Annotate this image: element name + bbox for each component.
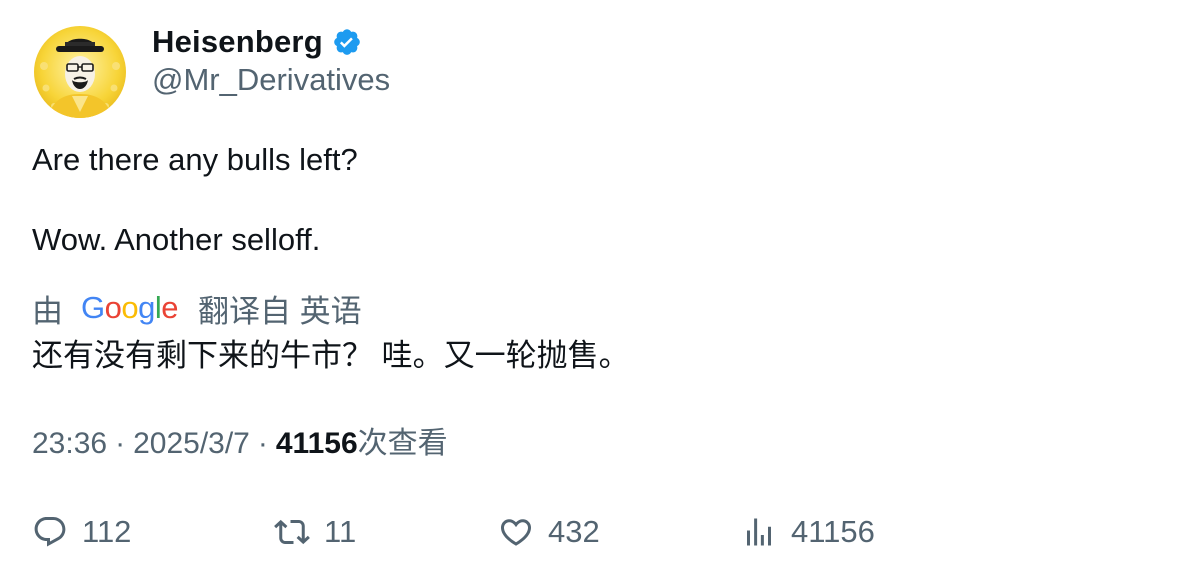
author-name-row[interactable]: Heisenberg <box>152 22 362 62</box>
retweet-count: 11 <box>324 514 357 549</box>
verified-badge-icon <box>332 27 362 57</box>
heart-icon <box>500 519 532 546</box>
tweet-text-spacer <box>32 180 358 220</box>
retweet-button[interactable]: 11 <box>274 510 356 554</box>
meta-separator: · <box>257 427 268 460</box>
tweet-meta: 23:36 · 2025/3/7 · 41156 次查看 <box>32 424 448 464</box>
heisenberg-avatar-icon <box>34 26 126 118</box>
like-count: 432 <box>548 514 600 549</box>
meta-separator: · <box>115 427 126 460</box>
action-bar: 112 11 432 41156 <box>0 510 1196 554</box>
tweet-text-line: Are there any bulls left? <box>32 142 358 177</box>
translation-attribution[interactable]: 由 Google 翻译自 英语 <box>32 286 362 330</box>
analytics-icon <box>747 518 771 546</box>
like-button[interactable]: 432 <box>498 510 600 554</box>
reply-icon <box>34 517 66 547</box>
tweet-date[interactable]: 2025/3/7 <box>133 424 250 464</box>
reply-button[interactable]: 112 <box>32 510 131 554</box>
translation-suffix: 翻译自 英语 <box>198 293 362 329</box>
views-label: 次查看 <box>357 427 448 460</box>
views-count: 41156 <box>275 427 358 460</box>
reply-count: 112 <box>82 514 132 549</box>
retweet-icon <box>274 519 310 545</box>
tweet-time[interactable]: 23:36 <box>32 424 107 464</box>
views-action-count: 41156 <box>791 514 875 549</box>
views-button[interactable]: 41156 <box>741 510 875 554</box>
author-handle[interactable]: @Mr_Derivatives <box>152 62 390 98</box>
tweet-card: Heisenberg @Mr_Derivatives Are there any… <box>0 0 1196 578</box>
tweet-text-line: Wow. Another selloff. <box>32 222 321 257</box>
author-display-name[interactable]: Heisenberg <box>152 24 323 60</box>
google-logo: Google <box>81 290 179 325</box>
tweet-text: Are there any bulls left? Wow. Another s… <box>32 140 358 260</box>
avatar[interactable] <box>34 26 126 118</box>
translation-prefix: 由 <box>32 293 63 329</box>
translated-text: 还有没有剩下来的牛市？ 哇。又一轮抛售。 <box>32 338 630 373</box>
